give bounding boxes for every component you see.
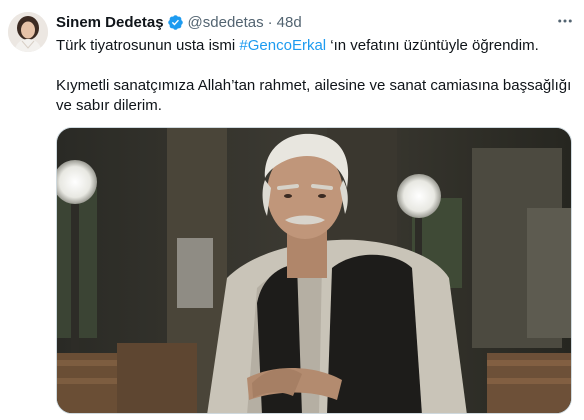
- verified-badge-icon: [167, 14, 184, 31]
- tweet-timestamp[interactable]: 48d: [277, 14, 302, 31]
- hashtag-link[interactable]: #GencoErkal: [239, 37, 326, 54]
- tweet-photo[interactable]: [56, 127, 572, 414]
- tweet-paragraph-2: Kıymetli sanatçımıza Allah’tan rahmet, a…: [56, 77, 572, 114]
- avatar-image: [8, 12, 48, 52]
- author-name[interactable]: Sinem Dedetaş: [56, 14, 164, 31]
- profile-avatar[interactable]: [8, 12, 48, 52]
- more-horizontal-icon[interactable]: [554, 10, 576, 32]
- tweet-text: Türk tiyatrosunun usta ismi #GencoErkal …: [56, 36, 576, 116]
- text-before-hashtag: Türk tiyatrosunun usta ismi: [56, 37, 240, 54]
- tweet-paragraph-1: Türk tiyatrosunun usta ismi #GencoErkal …: [56, 36, 576, 56]
- author-handle[interactable]: @sdedetas: [188, 14, 264, 31]
- tweet-header: Sinem Dedetaş @sdedetas · 48d: [56, 11, 576, 33]
- text-after-hashtag: ‘ın vefatını üzüntüyle öğrendim.: [326, 37, 539, 54]
- separator-dot: ·: [267, 13, 273, 31]
- photo-portrait-image: [57, 128, 571, 413]
